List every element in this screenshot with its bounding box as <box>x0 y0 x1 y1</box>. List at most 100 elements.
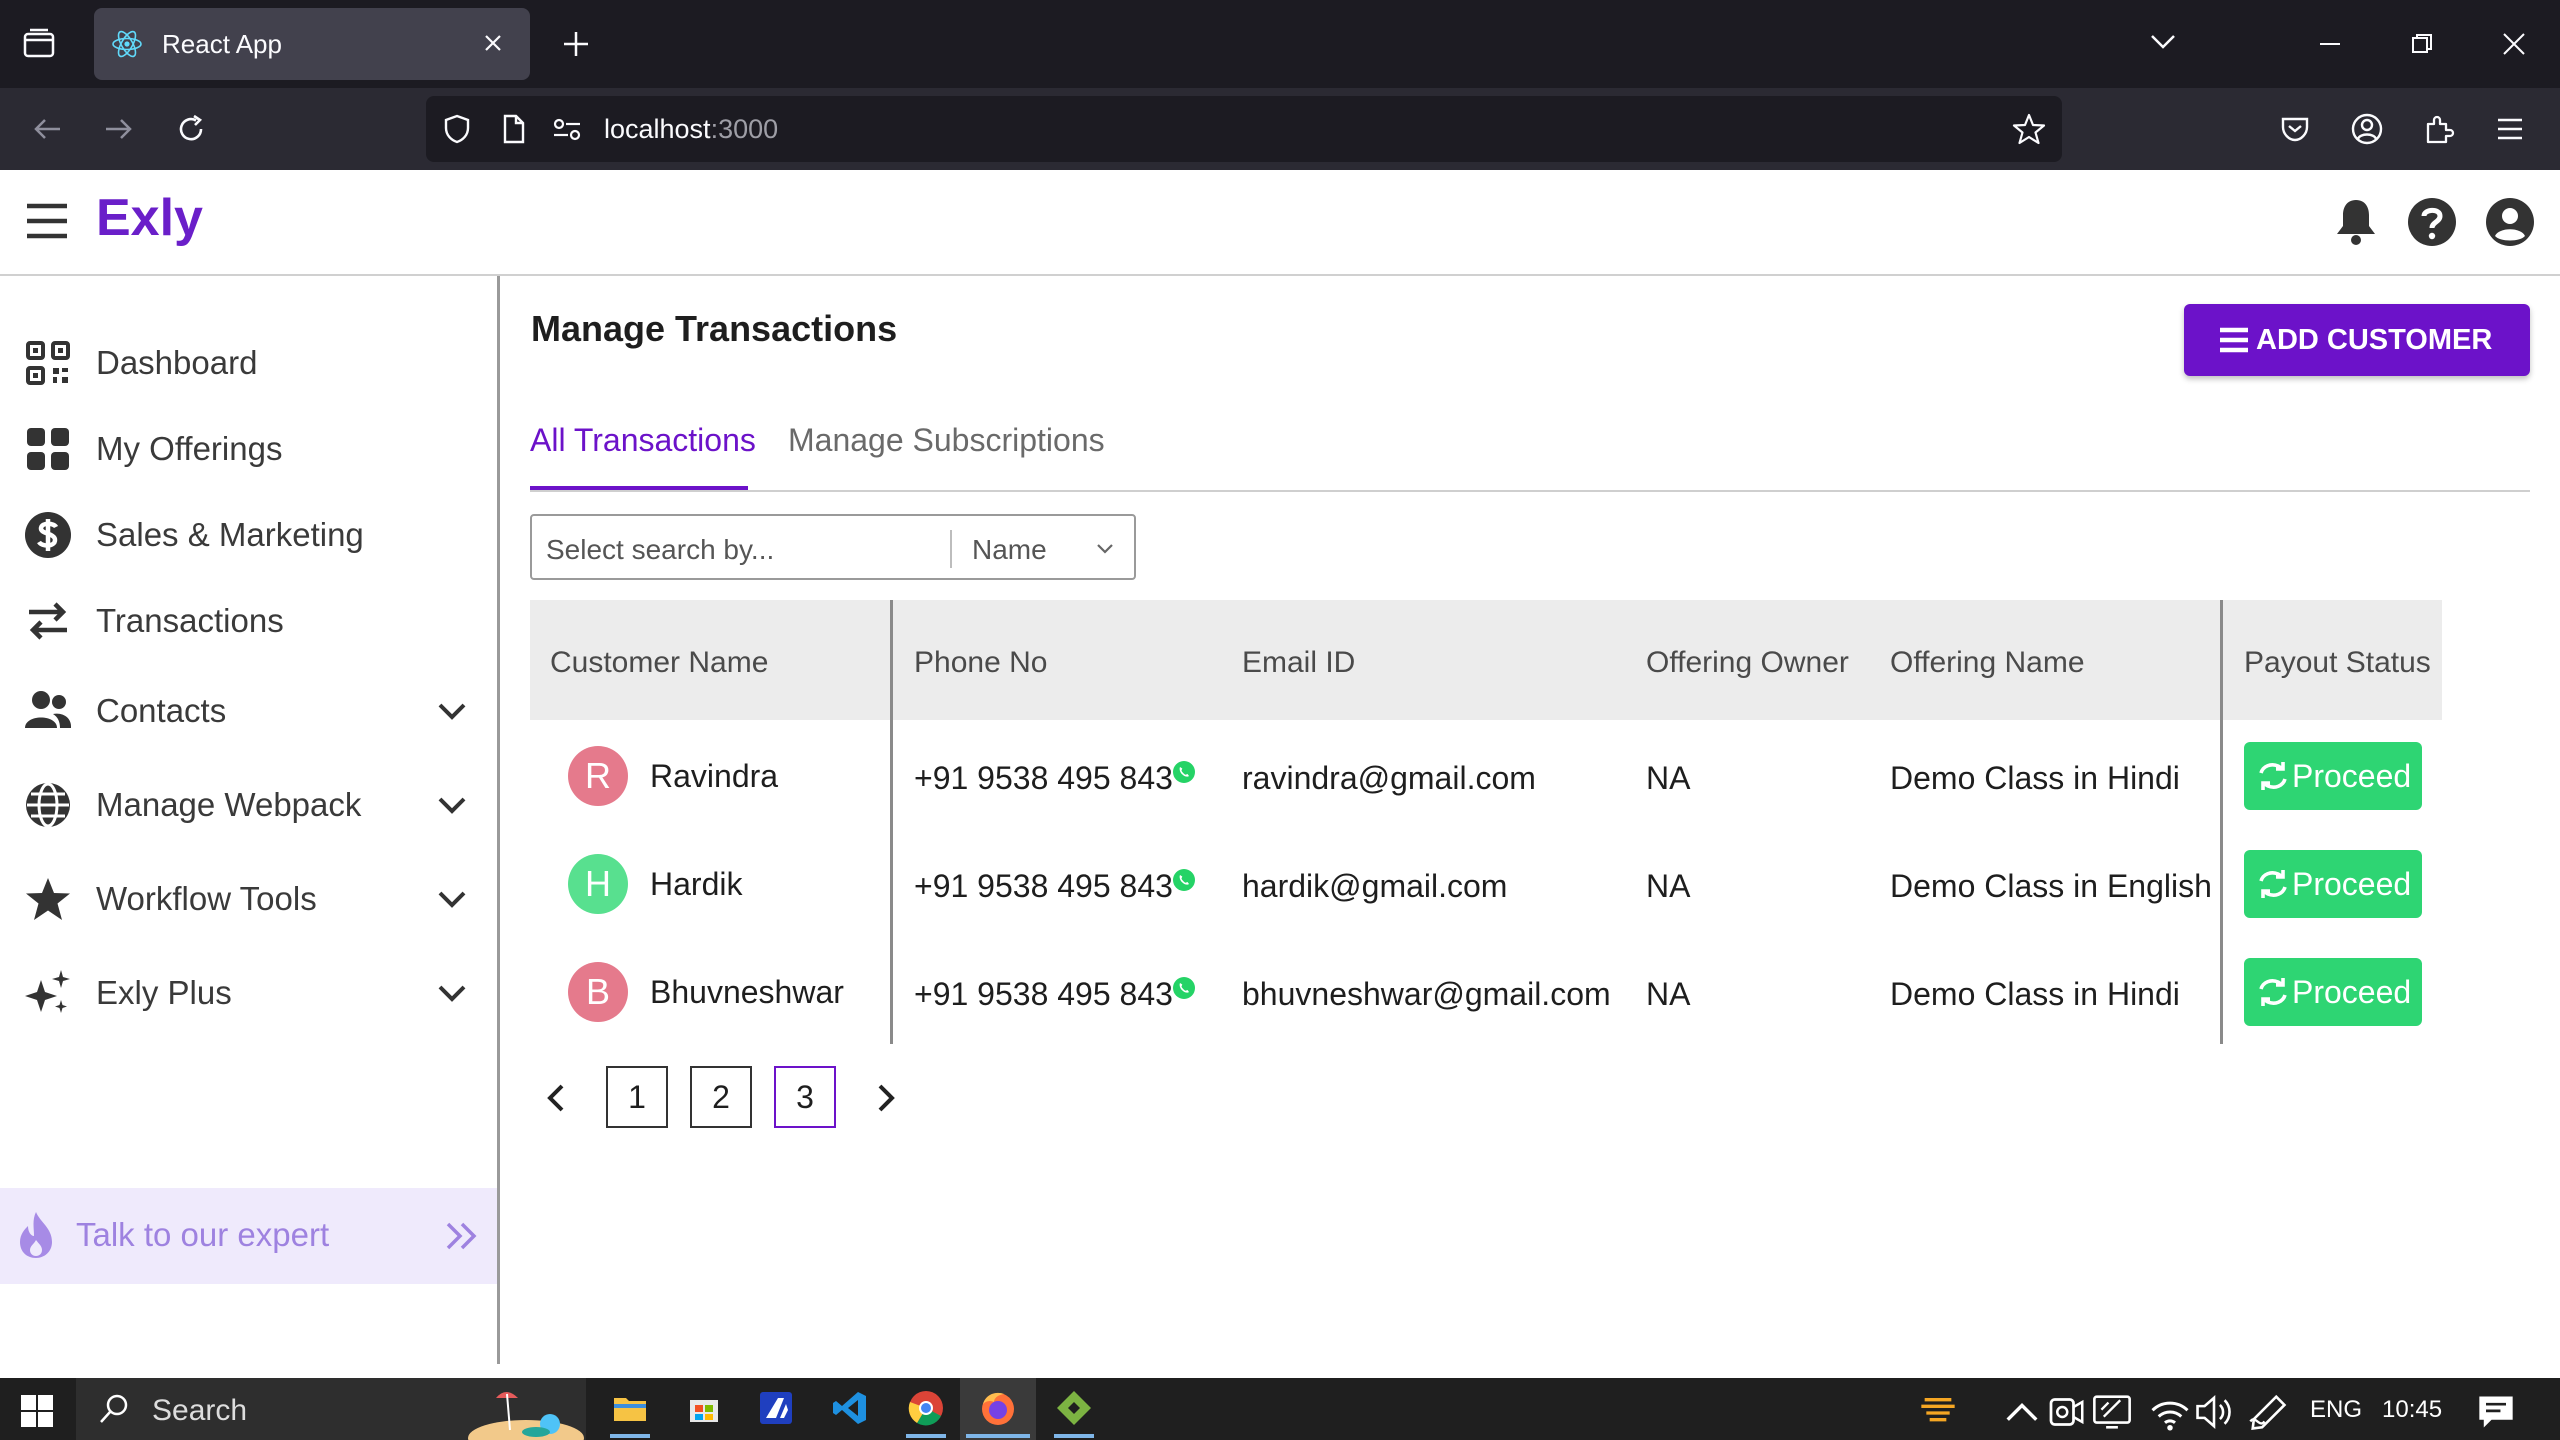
sidebar-item-label: My Offerings <box>96 430 283 467</box>
volume-icon[interactable] <box>2194 1392 2234 1432</box>
notifications-icon[interactable] <box>2476 1392 2516 1432</box>
proceed-button[interactable]: Proceed <box>2244 742 2422 810</box>
running-indicator <box>966 1434 1030 1438</box>
tracking-shield-icon[interactable] <box>440 112 474 146</box>
sidebar-item-label: Contacts <box>96 692 227 729</box>
customer-name: Hardik <box>650 866 743 902</box>
windows-start-icon[interactable] <box>20 1394 54 1428</box>
git-tool-icon[interactable] <box>1054 1388 1094 1428</box>
new-tab-icon[interactable] <box>560 28 592 60</box>
proceed-button[interactable]: Proceed <box>2244 850 2422 918</box>
reload-icon[interactable] <box>174 112 208 146</box>
help-icon[interactable] <box>2406 196 2458 248</box>
firefox-icon[interactable] <box>978 1388 1018 1428</box>
pen-icon[interactable] <box>2248 1392 2288 1432</box>
people-icon <box>22 685 74 737</box>
column-header: Email ID <box>1242 646 1356 679</box>
tab-overview-icon[interactable] <box>22 28 56 60</box>
vscode-icon[interactable] <box>830 1388 870 1428</box>
whatsapp-icon[interactable] <box>1172 976 1196 1000</box>
page-button-3[interactable]: 3 <box>774 1066 836 1128</box>
tray-chevron-up-icon[interactable] <box>2002 1394 2042 1434</box>
chevron-down-icon[interactable] <box>432 973 472 1013</box>
hamburger-menu-icon[interactable] <box>24 198 70 244</box>
url-bar[interactable]: localhost:3000 <box>426 96 2062 162</box>
active-tab-indicator <box>530 486 748 490</box>
dollar-circle-icon <box>22 509 74 561</box>
app-header: Exly <box>0 170 2560 276</box>
column-divider <box>2220 600 2223 1044</box>
search-field-select[interactable]: Name <box>972 534 1047 566</box>
search-bar[interactable]: Select search by... Name <box>530 514 1136 580</box>
user-profile-icon[interactable] <box>2484 196 2536 248</box>
tab-all-transactions[interactable]: All Transactions <box>530 422 756 459</box>
page-button-2[interactable]: 2 <box>690 1066 752 1128</box>
meet-camera-icon[interactable] <box>2046 1392 2086 1432</box>
tab-manage-subscriptions[interactable]: Manage Subscriptions <box>788 422 1105 459</box>
url-text[interactable]: localhost:3000 <box>604 114 778 145</box>
back-icon[interactable] <box>30 112 64 146</box>
sidebar: Dashboard My Offerings Sales & Marketing… <box>0 276 500 1364</box>
email-id: ravindra@gmail.com <box>1242 760 1536 796</box>
wifi-icon[interactable] <box>2150 1394 2190 1434</box>
sidebar-item-transactions[interactable]: Transactions <box>0 586 500 656</box>
minimize-icon[interactable] <box>2316 30 2344 58</box>
sidebar-item-exly-plus[interactable]: Exly Plus <box>0 958 500 1028</box>
talk-to-expert-label: Talk to our expert <box>76 1216 330 1253</box>
search-input[interactable]: Select search by... <box>546 534 774 566</box>
page-title: Manage Transactions <box>531 308 898 349</box>
visual-studio-icon[interactable] <box>756 1388 796 1428</box>
close-tab-icon[interactable] <box>478 28 508 58</box>
restore-icon[interactable] <box>2408 30 2436 58</box>
column-header: Payout Status <box>2244 646 2431 679</box>
bookmark-star-icon[interactable] <box>2012 112 2046 146</box>
display-icon[interactable] <box>2092 1392 2132 1432</box>
menu-icon[interactable] <box>2494 114 2526 144</box>
chevron-down-icon[interactable] <box>432 879 472 919</box>
forward-icon[interactable] <box>102 112 136 146</box>
prev-page-icon[interactable] <box>540 1080 572 1116</box>
weather-icon[interactable] <box>1918 1388 1958 1428</box>
proceed-button[interactable]: Proceed <box>2244 958 2422 1026</box>
phone-number: +91 9538 495 843 <box>914 760 1173 796</box>
taskbar-search[interactable]: Search <box>76 1378 586 1440</box>
running-indicator <box>610 1434 650 1438</box>
list-tabs-chevron-icon[interactable] <box>2148 30 2178 54</box>
whatsapp-icon[interactable] <box>1172 868 1196 892</box>
sidebar-item-my-offerings[interactable]: My Offerings <box>0 414 500 484</box>
browser-tab[interactable]: React App <box>94 8 530 80</box>
chevron-down-icon[interactable] <box>432 785 472 825</box>
exly-logo[interactable]: Exly <box>96 188 203 248</box>
chevron-down-icon[interactable] <box>432 691 472 731</box>
page-button-1[interactable]: 1 <box>606 1066 668 1128</box>
account-icon[interactable] <box>2350 112 2384 146</box>
clock[interactable]: 10:45 <box>2382 1396 2442 1424</box>
chevron-down-icon[interactable] <box>1094 538 1116 558</box>
sidebar-item-sales-marketing[interactable]: Sales & Marketing <box>0 500 500 570</box>
close-window-icon[interactable] <box>2500 30 2528 58</box>
notification-bell-icon[interactable] <box>2332 196 2380 248</box>
double-chevron-right-icon[interactable] <box>442 1216 482 1256</box>
sidebar-item-dashboard[interactable]: Dashboard <box>0 328 500 398</box>
microsoft-store-icon[interactable] <box>684 1388 724 1428</box>
extensions-icon[interactable] <box>2422 112 2456 146</box>
talk-to-expert-banner[interactable]: Talk to our expert <box>0 1188 497 1284</box>
language-indicator[interactable]: ENG <box>2310 1396 2362 1424</box>
react-logo-icon <box>112 30 142 58</box>
refresh-icon <box>2259 978 2287 1006</box>
page-info-icon[interactable] <box>496 112 530 146</box>
file-explorer-icon[interactable] <box>610 1388 650 1428</box>
next-page-icon[interactable] <box>870 1080 902 1116</box>
sidebar-item-label: Workflow Tools <box>96 880 317 917</box>
search-icon <box>100 1394 128 1423</box>
fire-icon <box>20 1212 52 1258</box>
add-customer-button[interactable]: ADD CUSTOMER <box>2184 304 2530 376</box>
whatsapp-icon[interactable] <box>1172 760 1196 784</box>
pocket-icon[interactable] <box>2278 112 2312 146</box>
permissions-icon[interactable] <box>550 114 584 144</box>
sidebar-item-contacts[interactable]: Contacts <box>0 676 500 746</box>
sidebar-item-workflow-tools[interactable]: Workflow Tools <box>0 864 500 934</box>
chrome-icon[interactable] <box>906 1388 946 1428</box>
running-indicator <box>906 1434 946 1438</box>
sidebar-item-manage-webpack[interactable]: Manage Webpack <box>0 770 500 840</box>
